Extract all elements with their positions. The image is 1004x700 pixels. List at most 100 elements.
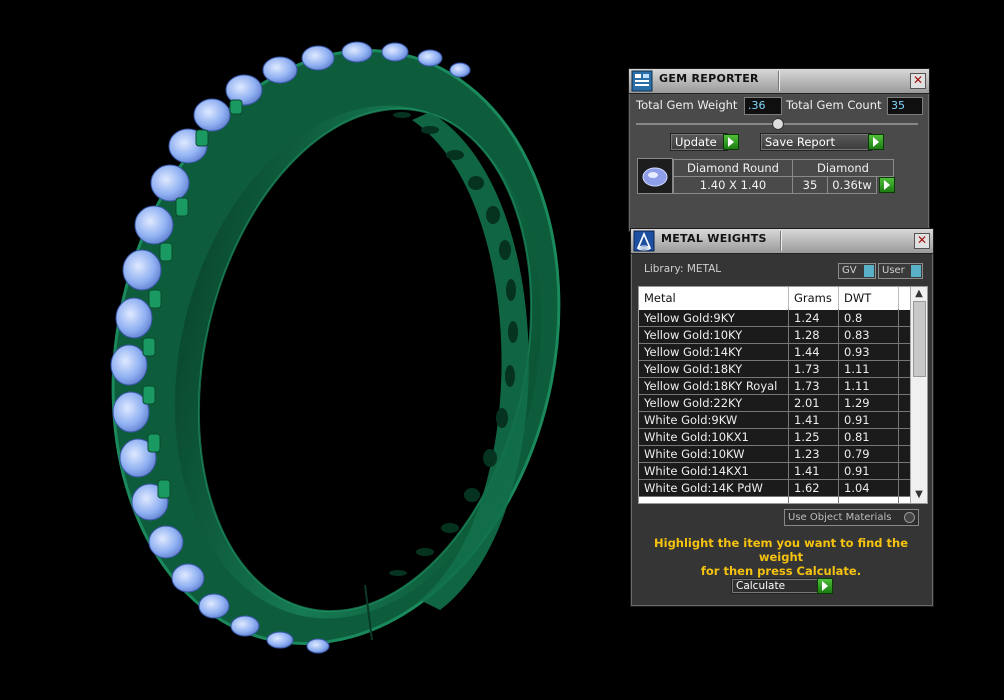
- metal-table-scrollbar[interactable]: ▲ ▼: [910, 287, 927, 503]
- header-divider: [838, 287, 839, 309]
- metal-cell: Yellow Gold:9KY: [644, 311, 735, 325]
- calculate-go-icon[interactable]: [817, 578, 833, 594]
- titlebar-grip: [779, 71, 905, 91]
- table-row[interactable]: White Gold:9KW 1.41 0.91: [639, 412, 910, 429]
- 3d-viewport[interactable]: [0, 0, 620, 700]
- grams-cell: 1.41: [794, 464, 820, 478]
- dwt-cell: 1.04: [844, 481, 870, 495]
- metal-cell: Yellow Gold:10KY: [644, 328, 743, 342]
- grams-cell: 1.73: [794, 379, 820, 393]
- column-header-grams[interactable]: Grams: [794, 291, 832, 305]
- metal-weights-icon: [633, 230, 655, 252]
- save-report-go-icon[interactable]: [868, 134, 884, 150]
- dwt-cell: 1.11: [844, 362, 870, 376]
- column-divider: [838, 309, 839, 503]
- close-icon[interactable]: ✕: [910, 73, 926, 89]
- table-row[interactable]: White Gold:14KX1 1.41 0.91: [639, 463, 910, 480]
- gem-size-cell: 1.40 X 1.40: [673, 176, 793, 194]
- metal-cell: Yellow Gold:18KY: [644, 362, 743, 376]
- close-icon[interactable]: ✕: [914, 233, 930, 249]
- gem-slider-handle[interactable]: [772, 118, 784, 130]
- total-gem-weight-label: Total Gem Weight: [636, 98, 738, 112]
- metal-cell: Yellow Gold:14KY: [644, 345, 743, 359]
- dwt-cell: 0.83: [844, 328, 870, 342]
- radio-icon: [904, 512, 915, 523]
- gem-count-cell: 35: [792, 176, 828, 194]
- diamond-round-icon: [637, 158, 673, 194]
- metal-table[interactable]: Metal Grams DWT Yellow Gold:9KY 1.24 0.8 Ye…: [638, 286, 928, 504]
- table-row[interactable]: White Gold:10KW 1.23 0.79: [639, 446, 910, 463]
- table-row[interactable]: White Gold:10KX1 1.25 0.81: [639, 429, 910, 446]
- column-divider: [898, 309, 899, 503]
- gv-label: GV: [842, 265, 857, 276]
- gem-reporter-titlebar[interactable]: GEM REPORTER ✕: [629, 69, 929, 94]
- calculate-hint-line1: Highlight the item you want to find the …: [654, 536, 908, 564]
- ring-model: [110, 41, 561, 654]
- metal-cell: White Gold:10KX1: [644, 430, 749, 444]
- gem-row-go-icon[interactable]: [879, 177, 895, 193]
- update-button[interactable]: Update: [670, 133, 728, 151]
- metal-weights-title: METAL WEIGHTS: [661, 232, 767, 245]
- gem-cut-cell: Diamond Round: [673, 159, 793, 177]
- metal-cell: White Gold:14K PdW: [644, 481, 763, 495]
- metal-table-header: Metal Grams DWT: [639, 287, 910, 309]
- gem-reporter-title: GEM REPORTER: [659, 72, 759, 85]
- user-label: User: [882, 265, 905, 276]
- gem-list-row[interactable]: Diamond Round Diamond 1.40 X 1.40 35 0.3…: [637, 158, 894, 194]
- use-object-materials-button[interactable]: Use Object Materials: [784, 509, 919, 526]
- table-row[interactable]: Yellow Gold:10KY 1.28 0.83: [639, 327, 910, 344]
- dwt-cell: 0.91: [844, 413, 870, 427]
- titlebar-grip: [781, 231, 909, 251]
- library-label: Library: METAL: [644, 263, 722, 275]
- gv-toggle[interactable]: GV: [838, 263, 876, 279]
- metal-cell: White Gold:9KW: [644, 413, 738, 427]
- scroll-up-icon[interactable]: ▲: [914, 289, 924, 299]
- total-gem-weight-field[interactable]: .36: [744, 97, 782, 115]
- use-object-materials-label: Use Object Materials: [788, 512, 892, 523]
- grams-cell: 1.44: [794, 345, 820, 359]
- grams-cell: 1.62: [794, 481, 820, 495]
- grams-cell: 1.41: [794, 413, 820, 427]
- gv-toggle-indicator: [864, 265, 874, 277]
- table-row[interactable]: Yellow Gold:9KY 1.24 0.8: [639, 310, 910, 327]
- grams-cell: 2.01: [794, 396, 820, 410]
- scroll-thumb[interactable]: [913, 301, 926, 377]
- grams-cell: 1.23: [794, 447, 820, 461]
- dwt-cell: 0.81: [844, 430, 870, 444]
- save-report-button[interactable]: Save Report: [760, 133, 872, 151]
- user-toggle-indicator: [911, 265, 921, 277]
- grams-cell: 1.28: [794, 328, 820, 342]
- grams-cell: 1.24: [794, 311, 820, 325]
- table-row[interactable]: White Gold:14K PdW 1.62 1.04: [639, 480, 910, 497]
- table-row[interactable]: Yellow Gold:18KY Royal 1.73 1.11: [639, 378, 910, 395]
- dwt-cell: 0.91: [844, 464, 870, 478]
- calculate-button[interactable]: Calculate: [731, 578, 823, 594]
- dwt-cell: 0.8: [844, 311, 863, 325]
- metal-weights-titlebar[interactable]: METAL WEIGHTS ✕: [631, 229, 933, 254]
- table-row[interactable]: Yellow Gold:18KY 1.73 1.11: [639, 361, 910, 378]
- calculate-hint: Highlight the item you want to find the …: [632, 536, 930, 578]
- dwt-cell: 1.11: [844, 379, 870, 393]
- user-toggle[interactable]: User: [878, 263, 923, 279]
- gem-weight-cell: 0.36tw: [827, 176, 877, 194]
- grams-cell: 1.73: [794, 362, 820, 376]
- column-header-dwt[interactable]: DWT: [844, 291, 871, 305]
- dwt-cell: 0.93: [844, 345, 870, 359]
- metal-cell: White Gold:14KX1: [644, 464, 749, 478]
- column-header-metal[interactable]: Metal: [644, 291, 676, 305]
- total-gem-count-field[interactable]: 35: [887, 97, 923, 115]
- metal-cell: Yellow Gold:22KY: [644, 396, 743, 410]
- gem-report-icon: [631, 70, 653, 92]
- table-row[interactable]: Yellow Gold:22KY 2.01 1.29: [639, 395, 910, 412]
- header-divider: [898, 287, 899, 309]
- scroll-down-icon[interactable]: ▼: [914, 490, 924, 500]
- calculate-hint-line2: for then press Calculate.: [700, 564, 862, 578]
- update-go-icon[interactable]: [723, 134, 739, 150]
- dwt-cell: 0.79: [844, 447, 870, 461]
- metal-cell: Yellow Gold:18KY Royal: [644, 379, 778, 393]
- total-gem-count-label: Total Gem Count: [786, 98, 882, 112]
- header-divider: [788, 287, 789, 309]
- dwt-cell: 1.29: [844, 396, 870, 410]
- table-row[interactable]: Yellow Gold:14KY 1.44 0.93: [639, 344, 910, 361]
- column-divider: [788, 309, 789, 503]
